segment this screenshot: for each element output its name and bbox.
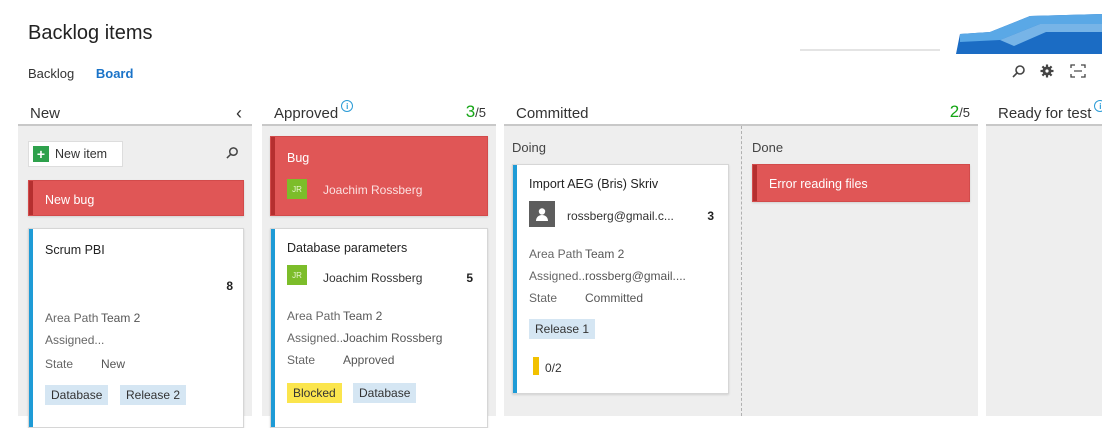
- task-count[interactable]: 0/2: [545, 361, 562, 375]
- search-icon[interactable]: [226, 146, 239, 164]
- card-title[interactable]: Scrum PBI: [45, 243, 105, 257]
- work-item-card[interactable]: Scrum PBI 8 Area Path Team 2 Assigned... …: [28, 228, 244, 428]
- plus-icon: +: [33, 146, 49, 162]
- wip-current: 2: [949, 102, 960, 121]
- wip-current: 3: [465, 102, 476, 121]
- card-stripe: [29, 229, 33, 427]
- field-state: State Approved: [287, 353, 395, 367]
- search-icon[interactable]: [1012, 64, 1026, 82]
- sublane-divider: [741, 126, 742, 416]
- column-title: New: [30, 104, 61, 122]
- user-avatar-icon: [529, 201, 555, 227]
- wip-max: /5: [475, 105, 486, 120]
- wip-limit: 3/5: [466, 102, 486, 122]
- avatar: JR: [287, 265, 307, 285]
- sublane-doing: Doing: [512, 140, 546, 155]
- field-area-path: Area Path Team 2: [287, 309, 383, 323]
- field-assigned: Assigned...Joachim Rossberg: [287, 331, 443, 345]
- assignee-name[interactable]: Joachim Rossberg: [323, 271, 422, 285]
- sub-nav: Backlog Board: [28, 66, 151, 81]
- card-title[interactable]: Error reading files: [769, 177, 868, 191]
- page-title: Backlog items: [28, 22, 153, 44]
- cumulative-flow-thumbnail[interactable]: [800, 10, 1102, 54]
- column-header-new: New ‹: [30, 100, 242, 126]
- work-item-card[interactable]: New bug: [28, 180, 244, 216]
- tag-database[interactable]: Database: [353, 383, 417, 403]
- card-title[interactable]: New bug: [45, 193, 94, 207]
- column-title: Committed: [516, 104, 589, 122]
- card-stripe: [29, 181, 33, 215]
- effort-value: 8: [226, 279, 233, 293]
- field-state: State New: [45, 357, 126, 371]
- tab-board[interactable]: Board: [96, 66, 134, 81]
- new-item-button[interactable]: + New item: [28, 141, 123, 167]
- field-assigned: Assigned...: [45, 333, 105, 347]
- info-icon[interactable]: i: [341, 100, 354, 112]
- tab-backlog[interactable]: Backlog: [28, 66, 74, 81]
- tag-release-1[interactable]: Release 1: [529, 319, 596, 339]
- column-header-approved: Approved i 3/5: [274, 100, 486, 126]
- card-title[interactable]: Bug: [287, 151, 309, 165]
- card-stripe: [513, 165, 517, 393]
- avatar: JR: [287, 179, 307, 199]
- column-title: Approved: [274, 104, 339, 122]
- info-icon[interactable]: i: [1094, 100, 1102, 112]
- wip-max: /5: [959, 105, 970, 120]
- field-state: State Committed: [529, 291, 644, 305]
- sublane-done: Done: [752, 140, 784, 155]
- tag-database[interactable]: Database: [45, 385, 109, 405]
- assignee-name[interactable]: rossberg@gmail.c...: [567, 209, 674, 223]
- card-stripe: [271, 137, 275, 215]
- fullscreen-icon[interactable]: [1070, 64, 1086, 82]
- work-item-card[interactable]: Bug JR Joachim Rossberg: [270, 136, 488, 216]
- field-area-path: Area Path Team 2: [529, 247, 625, 261]
- effort-value: 5: [466, 271, 473, 285]
- field-assigned: Assigned...rossberg@gmail....: [529, 269, 686, 283]
- card-title[interactable]: Import AEG (Bris) Skriv: [529, 177, 658, 191]
- work-item-card[interactable]: Database parameters JR Joachim Rossberg …: [270, 228, 488, 428]
- card-stripe: [753, 165, 757, 201]
- work-item-card[interactable]: Error reading files: [752, 164, 970, 202]
- assignee-name[interactable]: Joachim Rossberg: [323, 183, 422, 197]
- card-stripe: [271, 229, 275, 427]
- collapse-column-icon[interactable]: ‹: [236, 103, 242, 124]
- effort-value: 3: [707, 209, 714, 223]
- column-header-committed: Committed 2/5: [516, 100, 970, 126]
- tag-release-2[interactable]: Release 2: [120, 385, 187, 405]
- field-area-path: Area Path Team 2: [45, 311, 141, 325]
- gear-icon[interactable]: [1040, 64, 1054, 82]
- column-header-ready-for-test: Ready for test i: [998, 100, 1102, 126]
- card-title[interactable]: Database parameters: [287, 241, 407, 255]
- new-item-label: New item: [55, 147, 108, 161]
- lane-ready-for-test: [986, 126, 1102, 416]
- column-title: Ready for test: [998, 104, 1092, 122]
- task-progress-bar: [533, 357, 539, 375]
- work-item-card[interactable]: Import AEG (Bris) Skriv rossberg@gmail.c…: [512, 164, 729, 394]
- wip-limit: 2/5: [950, 102, 970, 122]
- tag-blocked[interactable]: Blocked: [287, 383, 342, 403]
